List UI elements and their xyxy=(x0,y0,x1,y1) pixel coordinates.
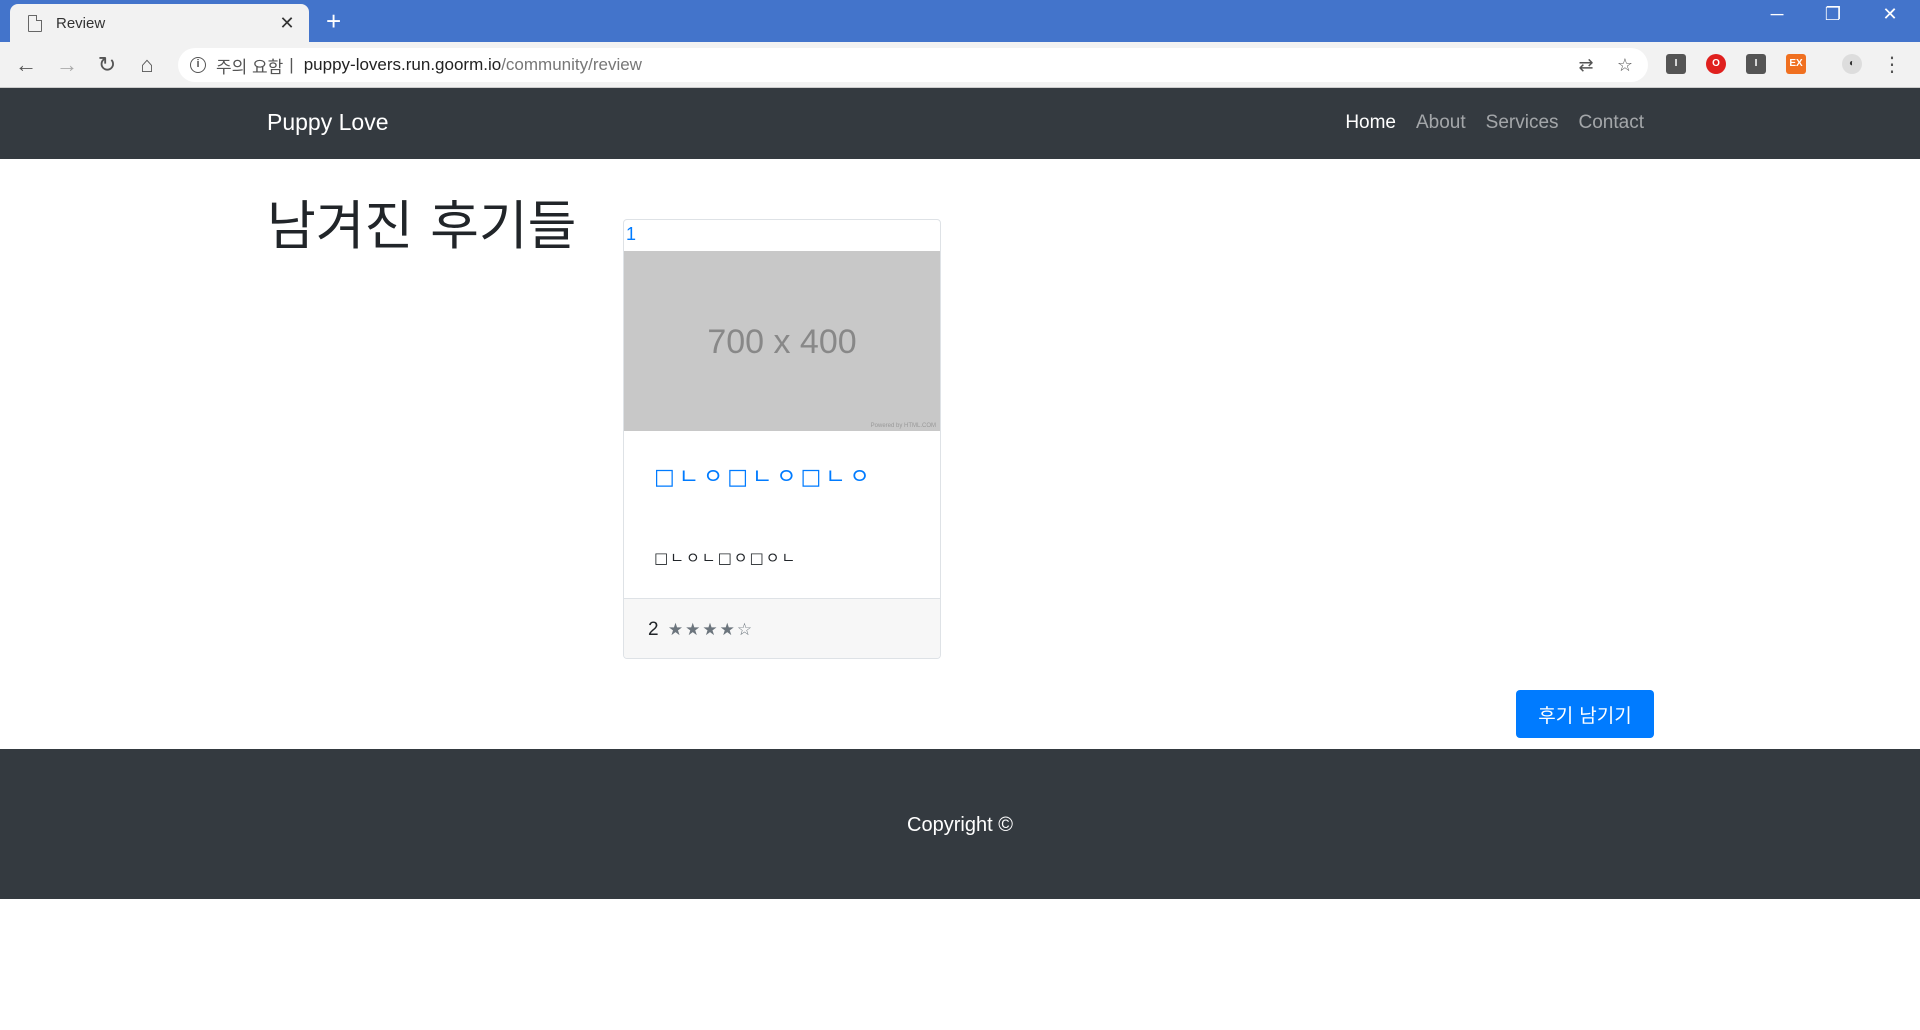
review-card-footer: 2 ★★★★☆ xyxy=(624,598,940,658)
review-card: 1 700 x 400 Powered by HTML.COM □ㄴㅇ□ㄴㅇ□ㄴ… xyxy=(623,219,941,659)
site-brand[interactable]: Puppy Love xyxy=(267,109,388,136)
profile-avatar-icon[interactable]: ◐ xyxy=(1842,54,1862,74)
star-rating: ★★★★☆ xyxy=(667,620,755,639)
new-tab-button[interactable]: + xyxy=(326,6,341,36)
site-navbar: Puppy Love Home About Services Contact xyxy=(0,88,1920,159)
translate-icon[interactable]: ⇄ xyxy=(1573,48,1599,82)
back-icon[interactable]: ← xyxy=(12,51,40,79)
menu-kebab-icon[interactable]: ⋮ xyxy=(1878,51,1906,79)
browser-tabstrip: Review ✕ + ─ ❐ ✕ xyxy=(0,0,1920,42)
extension-icon[interactable]: I xyxy=(1666,54,1686,74)
browser-toolbar: ← → ↻ ⌂ i 주의 요함 | puppy-lovers.run.goorm… xyxy=(0,42,1920,88)
image-placeholder-text: 700 x 400 xyxy=(707,323,857,361)
nav-link-services[interactable]: Services xyxy=(1486,112,1559,134)
page-icon xyxy=(28,14,42,32)
review-title-link[interactable]: □ㄴㅇ□ㄴㅇ□ㄴㅇ xyxy=(654,460,904,496)
close-icon[interactable]: ✕ xyxy=(277,13,297,34)
forward-icon[interactable]: → xyxy=(53,51,81,79)
bookmark-star-icon[interactable]: ☆ xyxy=(1612,48,1638,82)
reload-icon[interactable]: ↻ xyxy=(93,51,121,79)
home-icon[interactable]: ⌂ xyxy=(133,51,161,79)
browser-tab[interactable]: Review ✕ xyxy=(10,4,309,42)
url-path: /community/review xyxy=(501,55,642,74)
extension-icon-2[interactable]: I xyxy=(1746,54,1766,74)
nav-link-about[interactable]: About xyxy=(1416,112,1466,134)
page-title: 남겨진 후기들 xyxy=(267,196,577,257)
ex-extension-icon[interactable]: EX xyxy=(1786,54,1806,74)
nav-link-contact[interactable]: Contact xyxy=(1579,112,1644,134)
security-label: 주의 요함 xyxy=(216,57,284,77)
nav-links: Home About Services Contact xyxy=(1345,112,1644,134)
copyright-text: Copyright © xyxy=(907,814,1013,836)
omnibox-separator: | xyxy=(289,55,294,74)
address-bar[interactable]: i 주의 요함 | puppy-lovers.run.goorm.io /com… xyxy=(178,48,1648,82)
image-credit: Powered by HTML.COM xyxy=(870,423,936,429)
minimize-icon[interactable]: ─ xyxy=(1757,4,1797,25)
opera-icon[interactable]: O xyxy=(1706,54,1726,74)
review-image-placeholder: 700 x 400 Powered by HTML.COM xyxy=(624,251,940,431)
restore-icon[interactable]: ❐ xyxy=(1813,4,1853,25)
tab-title: Review xyxy=(56,14,106,32)
window-close-icon[interactable]: ✕ xyxy=(1870,4,1910,25)
url-host: puppy-lovers.run.goorm.io xyxy=(303,55,502,74)
nav-link-home[interactable]: Home xyxy=(1345,112,1396,134)
site-footer: Copyright © xyxy=(0,749,1920,899)
info-icon[interactable]: i xyxy=(190,57,206,73)
review-text: □ㄴㅇㄴ□ㅇ□ㅇㄴ xyxy=(654,549,798,567)
review-count: 2 xyxy=(648,619,659,640)
write-review-button[interactable]: 후기 남기기 xyxy=(1516,690,1654,738)
review-card-link[interactable]: 1 xyxy=(626,224,636,245)
